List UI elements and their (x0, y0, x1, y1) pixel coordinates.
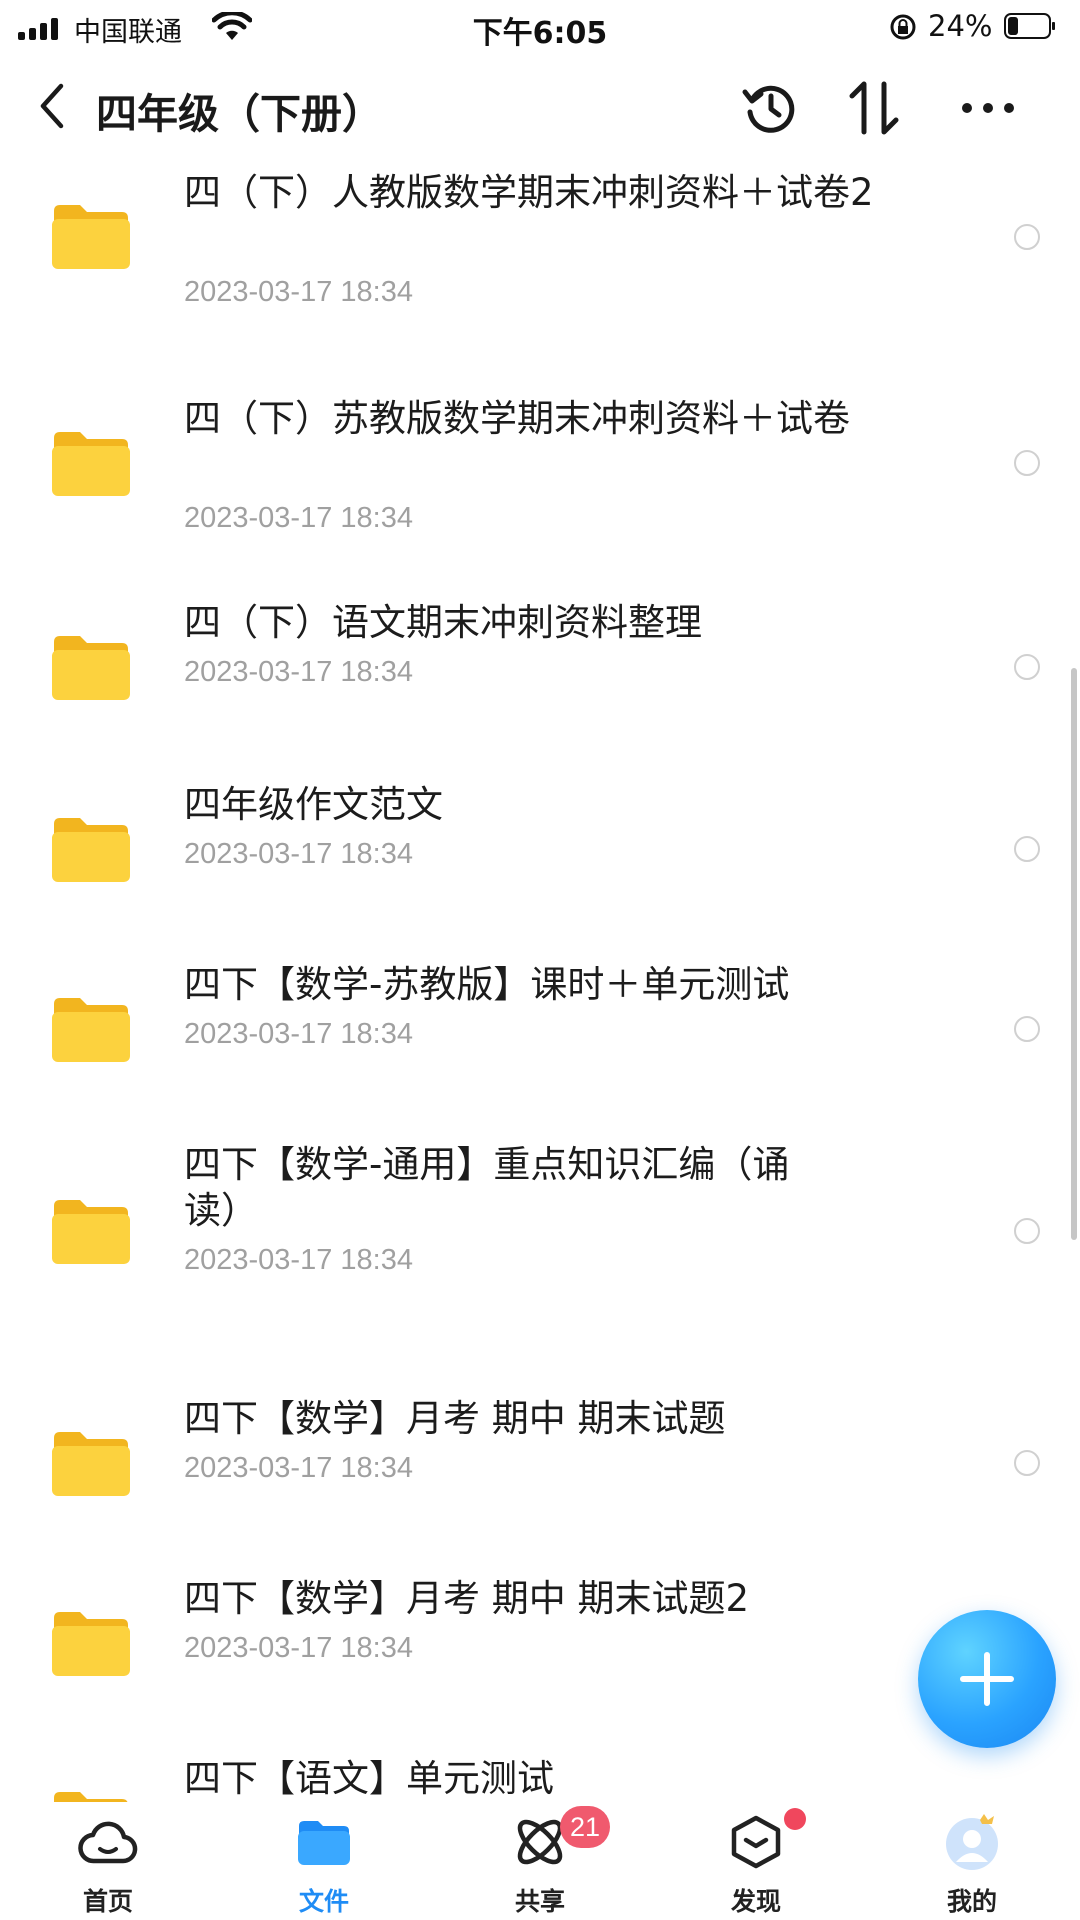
select-checkbox[interactable] (1014, 224, 1040, 250)
folder-icon (54, 1792, 128, 1802)
file-date: 2023-03-17 18:34 (184, 276, 413, 308)
back-button[interactable] (30, 78, 74, 134)
share-badge: 21 (560, 1806, 610, 1848)
file-name: 四（下）人教版数学期末冲刺资料＋试卷2 (184, 171, 874, 214)
back-icon (40, 83, 64, 129)
folder-icon (52, 432, 130, 496)
nav-bar: 四年级（下册） (0, 64, 1080, 154)
file-date: 2023-03-17 18:34 (184, 838, 413, 870)
rotation-lock-icon (890, 14, 916, 40)
plus-icon (960, 1652, 1014, 1706)
file-name: 四下【语文】单元测试 (184, 1757, 554, 1800)
select-checkbox[interactable] (1014, 1450, 1040, 1476)
battery-icon (1004, 13, 1055, 39)
file-name: 四下【数学】月考 期中 期末试题 (184, 1397, 726, 1440)
select-checkbox[interactable] (1014, 1016, 1040, 1042)
file-name: 四下【数学】月考 期中 期末试题2 (184, 1577, 750, 1620)
tab-home[interactable]: 首页 (0, 1802, 216, 1920)
avatar-icon (940, 1812, 1004, 1872)
battery-percent: 24% (928, 9, 993, 43)
scrollbar[interactable] (1071, 668, 1077, 1240)
add-button[interactable] (918, 1610, 1056, 1748)
file-date: 2023-03-17 18:34 (184, 1452, 413, 1484)
tab-label: 文件 (298, 1887, 349, 1916)
folder-icon (52, 205, 130, 269)
tab-share[interactable]: 共享 (432, 1802, 648, 1920)
status-bar: 中国联通 下午6:05 24% (0, 0, 1080, 56)
status-time: 下午6:05 (472, 16, 608, 51)
tab-files[interactable]: 文件 (216, 1802, 432, 1920)
file-date: 2023-03-17 18:34 (184, 1632, 413, 1664)
file-name: 四下【数学-通用】重点知识汇编（诵读） (184, 1143, 790, 1232)
file-list: 四（下）人教版数学期末冲刺资料＋试卷2 2023-03-17 18:34 四（下… (0, 160, 1080, 1802)
tab-label: 我的 (946, 1887, 997, 1916)
history-icon (742, 85, 795, 133)
file-date: 2023-03-17 18:34 (184, 1018, 413, 1050)
select-checkbox[interactable] (1014, 654, 1040, 680)
file-name: 四（下）苏教版数学期末冲刺资料＋试卷 (184, 397, 850, 440)
tab-label: 首页 (82, 1887, 133, 1916)
select-checkbox[interactable] (1014, 1218, 1040, 1244)
discover-notification-dot (784, 1808, 806, 1830)
folder-icon (52, 1432, 130, 1496)
more-button[interactable] (956, 76, 1020, 140)
file-date: 2023-03-17 18:34 (184, 502, 413, 534)
sort-button[interactable] (842, 76, 906, 140)
file-name: 四年级作文范文 (184, 783, 443, 826)
more-icon (962, 103, 1014, 113)
sort-icon (849, 81, 899, 135)
page-title: 四年级（下册） (96, 90, 383, 138)
folder-icon (292, 1812, 356, 1872)
folder-icon (52, 1612, 130, 1676)
folder-icon (52, 636, 130, 700)
cube-icon (724, 1812, 788, 1872)
folder-icon (52, 1200, 130, 1264)
file-date: 2023-03-17 18:34 (184, 656, 413, 688)
tab-profile[interactable]: 我的 (864, 1802, 1080, 1920)
file-date: 2023-03-17 18:34 (184, 1244, 413, 1276)
select-checkbox[interactable] (1014, 836, 1040, 862)
folder-icon (52, 818, 130, 882)
file-name: 四下【数学-苏教版】课时＋单元测试 (184, 963, 790, 1006)
cloud-icon (76, 1812, 140, 1872)
tab-discover[interactable]: 发现 (648, 1802, 864, 1920)
file-name: 四（下）语文期末冲刺资料整理 (184, 601, 702, 644)
history-button[interactable] (738, 76, 802, 140)
folder-icon (52, 998, 130, 1062)
tab-bar: 首页 文件 共享 发现 我的 (0, 1802, 1080, 1920)
select-checkbox[interactable] (1014, 450, 1040, 476)
tab-label: 发现 (730, 1887, 781, 1916)
tab-label: 共享 (514, 1887, 565, 1916)
